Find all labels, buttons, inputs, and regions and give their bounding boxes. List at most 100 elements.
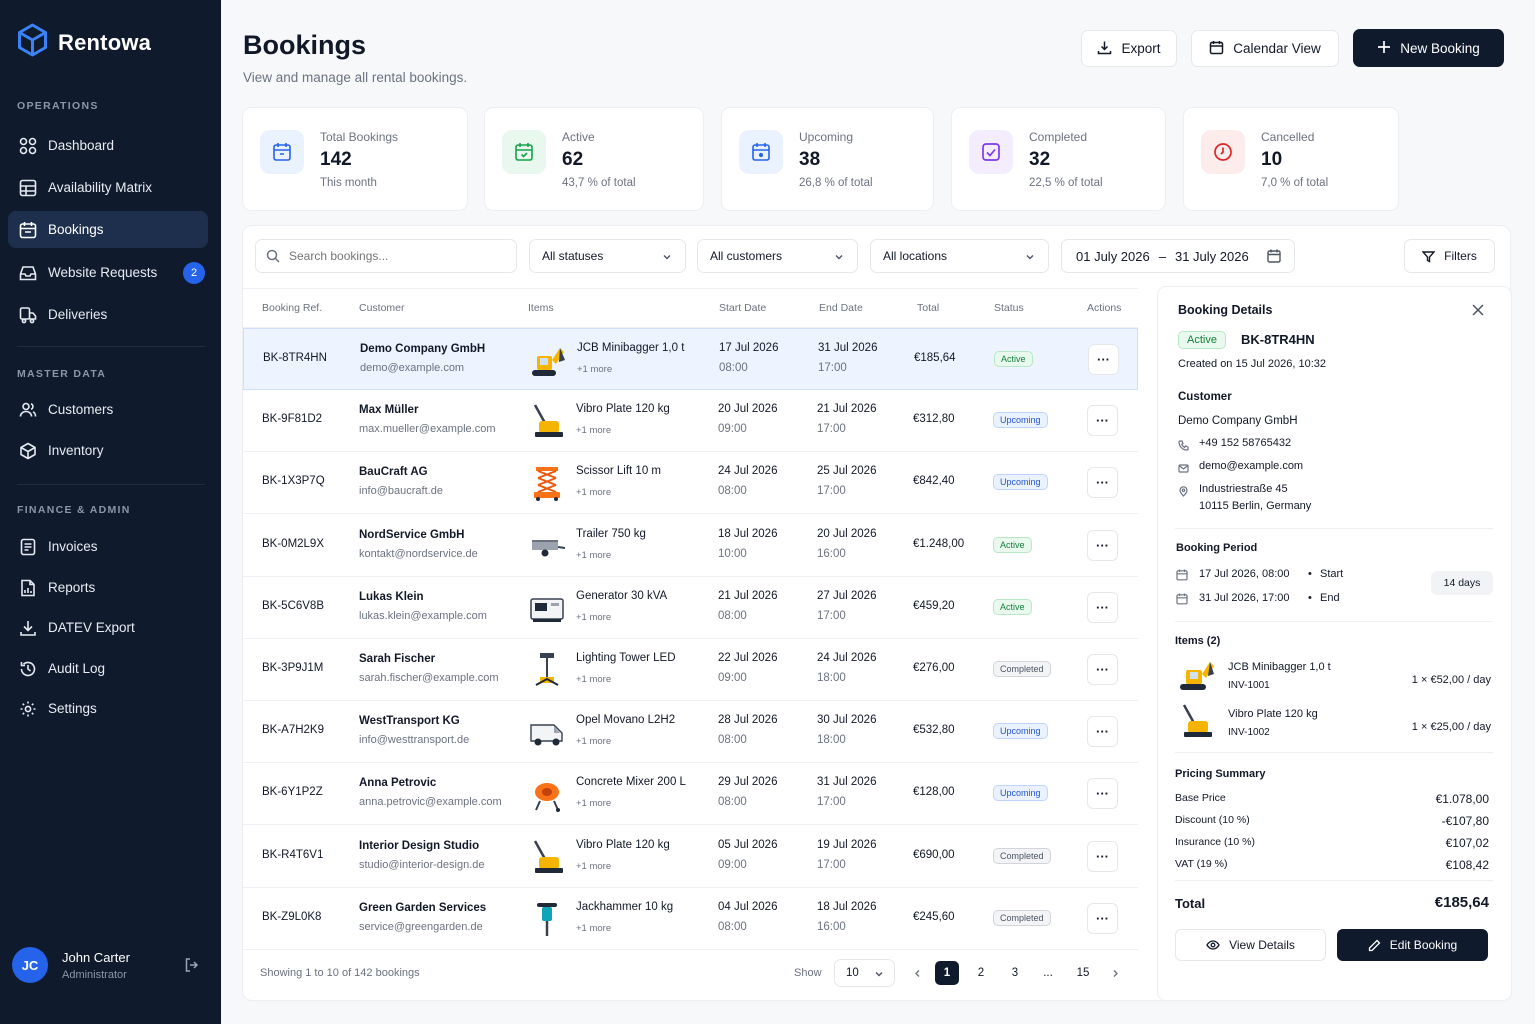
edit-booking-button[interactable]: Edit Booking <box>1337 929 1488 961</box>
item-more[interactable]: +1 more <box>576 736 611 747</box>
item-thumbnail <box>528 775 566 813</box>
prev-page-button[interactable] <box>905 961 929 985</box>
page-3[interactable]: 3 <box>1003 961 1027 985</box>
date-range-picker[interactable]: 01 July 2026 – 31 July 2026 <box>1061 239 1295 273</box>
filters-button[interactable]: Filters <box>1404 239 1495 273</box>
page-2[interactable]: 2 <box>969 961 993 985</box>
customer-name: Sarah Fischer <box>359 653 436 665</box>
customer-email: anna.petrovic@example.com <box>359 796 502 809</box>
search-input[interactable] <box>289 249 489 263</box>
sidebar-item-inventory[interactable]: Inventory <box>8 432 208 469</box>
sidebar-item-dashboard[interactable]: Dashboard <box>8 127 208 164</box>
sidebar-item-audit-log[interactable]: Audit Log <box>8 650 208 687</box>
item-more[interactable]: +1 more <box>576 425 611 436</box>
new-booking-button[interactable]: New Booking <box>1353 29 1504 67</box>
per-page-select[interactable]: 10 <box>834 959 895 987</box>
section-master-data: MASTER DATA <box>17 368 107 380</box>
row-actions-button[interactable]: ··· <box>1087 654 1118 685</box>
pricing-label: Discount (10 %) <box>1175 814 1250 826</box>
logout-icon[interactable] <box>184 957 200 978</box>
item-more[interactable]: +1 more <box>576 674 611 685</box>
stat-sub: 22,5 % of total <box>1029 177 1103 189</box>
close-icon[interactable] <box>1472 303 1484 321</box>
next-page-button[interactable] <box>1103 961 1127 985</box>
sidebar-item-datev-export[interactable]: DATEV Export <box>8 609 208 646</box>
column-header: End Date <box>819 302 863 314</box>
table-row[interactable]: BK-1X3P7Q BauCraft AG info@baucraft.de Scis… <box>243 452 1138 515</box>
item-name: Lighting Tower LED <box>576 652 676 664</box>
row-actions-button[interactable]: ··· <box>1087 716 1118 748</box>
end-time: 17:00 <box>817 609 846 622</box>
row-actions-button[interactable]: ··· <box>1088 344 1119 375</box>
pricing-label: Base Price <box>1175 792 1226 804</box>
item-thumbnail <box>528 713 566 751</box>
phone-icon <box>1178 438 1189 456</box>
table-row[interactable]: BK-0M2L9X NordService GmbH kontakt@nordser… <box>243 515 1138 577</box>
table-row[interactable]: BK-9F81D2 Max Müller max.mueller@example.c… <box>243 390 1138 453</box>
view-details-button[interactable]: View Details <box>1175 929 1326 961</box>
sidebar-item-label: Reports <box>48 580 96 595</box>
table-row[interactable]: BK-6Y1P2Z Anna Petrovic anna.petrovic@exam… <box>243 763 1138 826</box>
item-more[interactable]: +1 more <box>577 364 612 375</box>
status-badge: Active <box>993 536 1032 553</box>
table-row[interactable]: BK-5C6V8B Lukas Klein lukas.klein@example.… <box>243 577 1138 639</box>
customer-name: Max Müller <box>359 404 419 417</box>
customers-select[interactable]: All customers <box>697 239 858 273</box>
row-actions-button[interactable]: ··· <box>1087 405 1118 437</box>
details-email[interactable]: demo@example.com <box>1199 460 1303 472</box>
sidebar-item-label: Customers <box>48 402 114 417</box>
user-profile[interactable]: JC John Carter Administrator <box>12 947 212 987</box>
stat-sub: 43,7 % of total <box>562 177 636 189</box>
calendar-view-button[interactable]: Calendar View <box>1191 30 1339 67</box>
booking-ref: BK-R4T6V1 <box>262 848 324 861</box>
row-actions-button[interactable]: ··· <box>1087 840 1118 872</box>
item-more[interactable]: +1 more <box>576 487 611 498</box>
sidebar-item-bookings[interactable]: Bookings <box>8 211 208 248</box>
table-row[interactable]: BK-A7H2K9 WestTransport KG info@westtransp… <box>243 701 1138 764</box>
start-time: 08:00 <box>718 796 747 809</box>
filters-label: Filters <box>1444 249 1477 263</box>
export-button[interactable]: Export <box>1081 30 1177 67</box>
item-more[interactable]: +1 more <box>576 612 611 623</box>
period-end-label: End <box>1320 592 1340 604</box>
table-row[interactable]: BK-Z9L0K8 Green Garden Services service@gr… <box>243 888 1138 950</box>
pricing-label: VAT (19 %) <box>1175 858 1228 870</box>
row-actions-button[interactable]: ··· <box>1087 529 1118 561</box>
table-row[interactable]: BK-R4T6V1 Interior Design Studio studio@in… <box>243 826 1138 888</box>
sidebar-item-availability-matrix[interactable]: Availability Matrix <box>8 169 208 206</box>
app-logo[interactable]: Rentowa <box>17 23 151 62</box>
table-row[interactable]: BK-3P9J1M Sarah Fischer sarah.fischer@exam… <box>243 639 1138 701</box>
sidebar-item-website-requests[interactable]: Website Requests 2 <box>8 254 208 291</box>
customer-section-title: Customer <box>1178 391 1232 403</box>
sidebar-item-reports[interactable]: Reports <box>8 569 208 606</box>
stat-label: Cancelled <box>1261 130 1315 144</box>
row-actions-button[interactable]: ··· <box>1087 591 1118 623</box>
table-row[interactable]: BK-8TR4HN Demo Company GmbH demo@example.c… <box>243 328 1138 390</box>
pricing-value: €107,02 <box>1445 836 1489 850</box>
item-more[interactable]: +1 more <box>576 923 611 934</box>
item-more[interactable]: +1 more <box>576 798 611 809</box>
customer-email: max.mueller@example.com <box>359 423 496 436</box>
item-more[interactable]: +1 more <box>576 550 611 561</box>
period-start-label: Start <box>1320 568 1344 580</box>
details-phone[interactable]: +49 152 58765432 <box>1199 437 1291 449</box>
item-thumbnail <box>528 589 566 627</box>
page-1[interactable]: 1 <box>935 961 959 985</box>
item-name: Opel Movano L2H2 <box>576 714 676 727</box>
details-item-inv: INV-1001 <box>1228 680 1270 691</box>
search-box[interactable] <box>255 239 517 273</box>
locations-select[interactable]: All locations <box>870 239 1049 273</box>
sidebar-item-deliveries[interactable]: Deliveries <box>8 296 208 333</box>
item-more[interactable]: +1 more <box>576 861 611 872</box>
sidebar-item-invoices[interactable]: Invoices <box>8 528 208 565</box>
row-actions-button[interactable]: ··· <box>1087 902 1118 934</box>
row-actions-button[interactable]: ··· <box>1087 778 1118 810</box>
start-date: 05 Jul 2026 <box>718 838 778 851</box>
column-header: Status <box>994 302 1024 314</box>
row-actions-button[interactable]: ··· <box>1087 467 1118 499</box>
sidebar-item-settings[interactable]: Settings <box>8 690 208 727</box>
page-15[interactable]: 15 <box>1071 961 1095 985</box>
end-time: 17:00 <box>817 423 846 436</box>
status-select[interactable]: All statuses <box>529 239 686 273</box>
sidebar-item-customers[interactable]: Customers <box>8 391 208 428</box>
